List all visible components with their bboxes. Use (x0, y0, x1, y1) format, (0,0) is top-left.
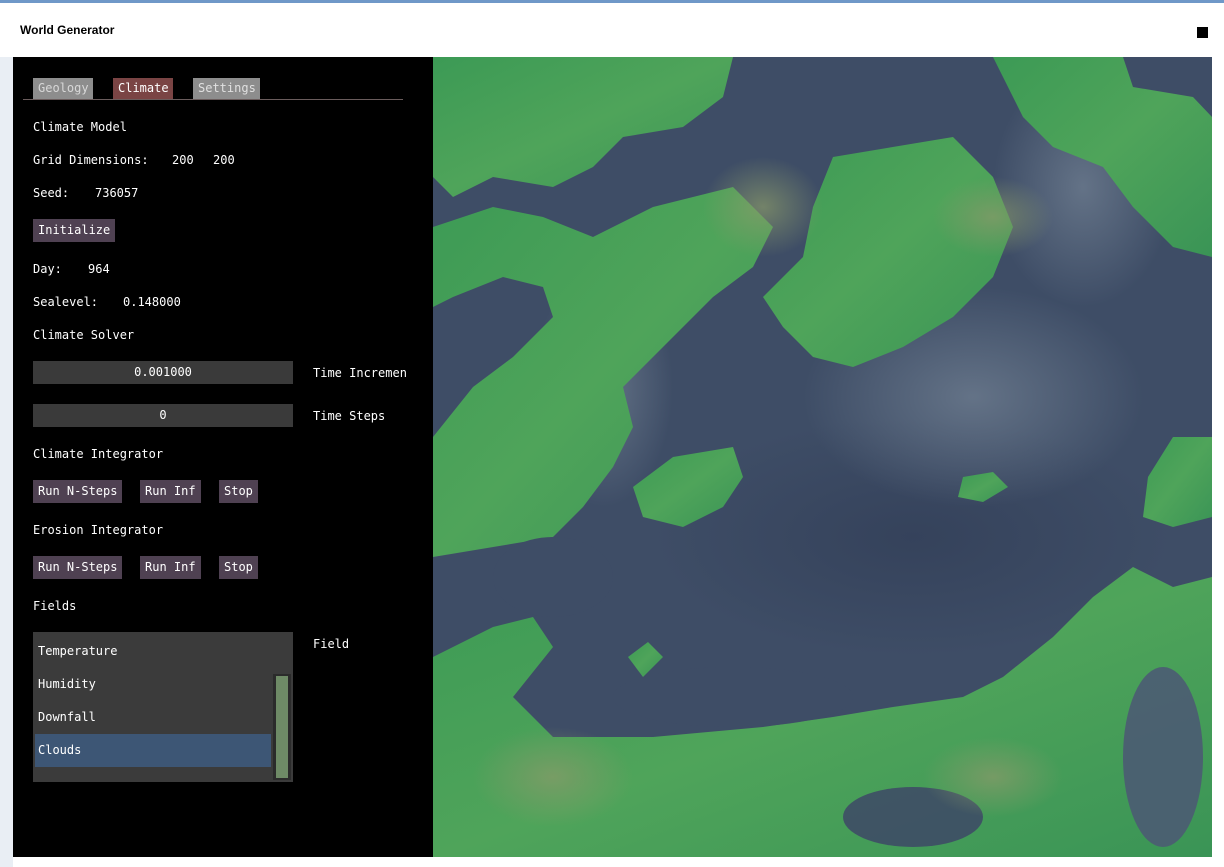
terrain-map-image (433, 57, 1212, 857)
window-title-bar: World Generator (0, 0, 1224, 57)
window-left-edge (0, 57, 13, 867)
list-item-downfall[interactable]: Downfall (35, 701, 271, 734)
tab-settings[interactable]: Settings (193, 78, 260, 99)
fields-heading: Fields (33, 599, 77, 613)
erosion-integrator-heading: Erosion Integrator (33, 523, 164, 537)
day-value: 964 (88, 262, 110, 276)
world-map-view[interactable] (433, 57, 1212, 857)
window-title: World Generator (20, 23, 115, 37)
seed-value: 736057 (95, 186, 139, 200)
list-item-humidity[interactable]: Humidity (35, 668, 271, 701)
tab-divider (23, 99, 403, 100)
climate-solver-heading: Climate Solver (33, 328, 135, 342)
erosion-stop-button[interactable]: Stop (219, 556, 258, 579)
climate-stop-button[interactable]: Stop (219, 480, 258, 503)
fields-scrollbar-thumb[interactable] (276, 676, 288, 778)
climate-run-n-steps-button[interactable]: Run N-Steps (33, 480, 123, 503)
time-increment-slider[interactable]: 0.001000 (33, 361, 293, 384)
time-increment-label: Time Incremen (313, 366, 407, 380)
climate-run-inf-button[interactable]: Run Inf (140, 480, 201, 503)
window-control-icon[interactable] (1197, 27, 1208, 38)
day-label: Day: (33, 262, 62, 276)
list-item-temperature[interactable]: Temperature (35, 635, 271, 668)
climate-model-heading: Climate Model (33, 120, 127, 134)
grid-dimension-x: 200 (172, 153, 194, 167)
erosion-run-n-steps-button[interactable]: Run N-Steps (33, 556, 123, 579)
seed-label: Seed: (33, 186, 70, 200)
time-steps-slider[interactable]: 0 (33, 404, 293, 427)
grid-dimensions-label: Grid Dimensions: (33, 153, 149, 167)
grid-dimension-y: 200 (213, 153, 235, 167)
window-right-edge (1212, 57, 1224, 867)
tab-climate[interactable]: Climate (113, 78, 173, 99)
list-item-clouds[interactable]: Clouds (35, 734, 271, 767)
erosion-run-inf-button[interactable]: Run Inf (140, 556, 201, 579)
climate-integrator-heading: Climate Integrator (33, 447, 164, 461)
fields-listbox[interactable]: Temperature Humidity Downfall Clouds (33, 632, 293, 782)
field-label: Field (313, 637, 350, 651)
initialize-button[interactable]: Initialize (33, 219, 116, 242)
control-panel: Geology Climate Settings Climate Model G… (13, 57, 433, 857)
tab-geology[interactable]: Geology (33, 78, 93, 99)
window-bottom-edge (13, 857, 1212, 867)
time-steps-label: Time Steps (313, 409, 386, 423)
sealevel-value: 0.148000 (123, 295, 181, 309)
sealevel-label: Sealevel: (33, 295, 99, 309)
